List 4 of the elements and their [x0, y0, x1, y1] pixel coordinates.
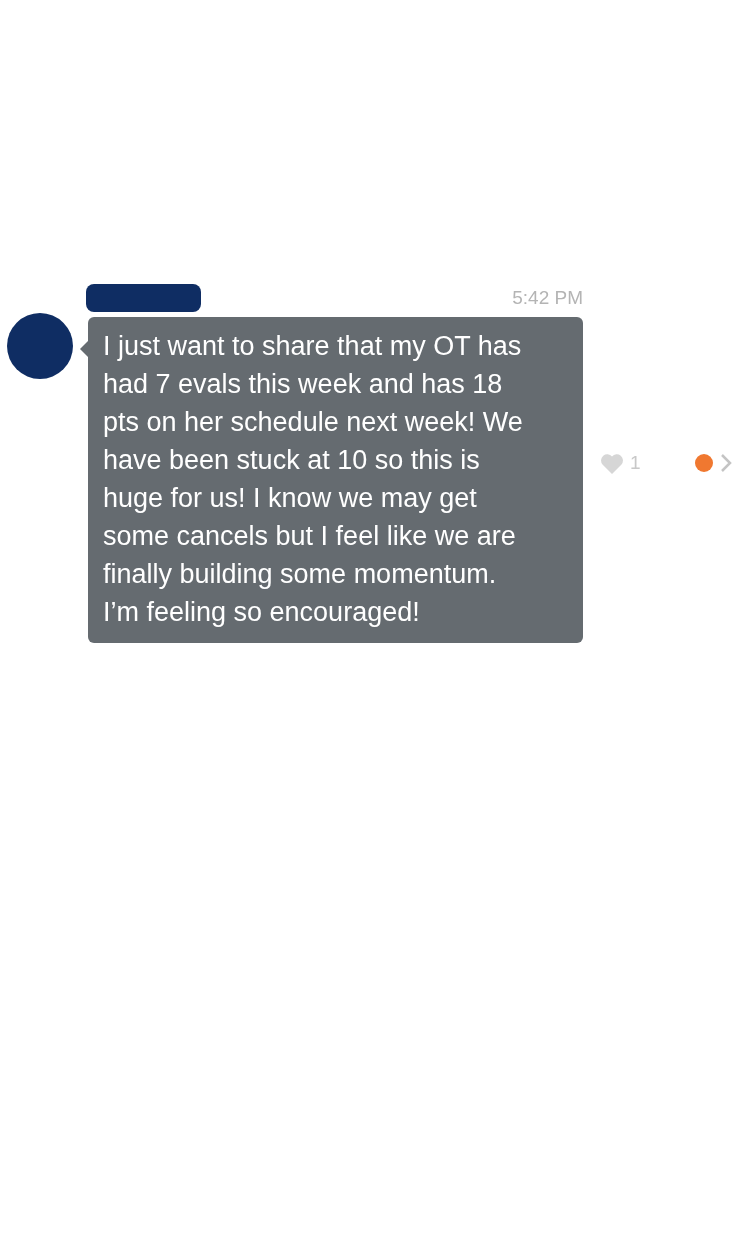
chevron-right-icon[interactable]: [718, 453, 733, 473]
message-time: 5:42 PM: [512, 287, 583, 309]
heart-icon[interactable]: [600, 452, 624, 474]
message-text: I just want to share that my OT has had 7 evals this week and has 18 pts on her schedule next week! We have been stuck at 10 so this is huge for us! I know we may get some cancels but I feel like we are finally building some momentum. I’m feeling so encouraged!: [103, 331, 523, 627]
